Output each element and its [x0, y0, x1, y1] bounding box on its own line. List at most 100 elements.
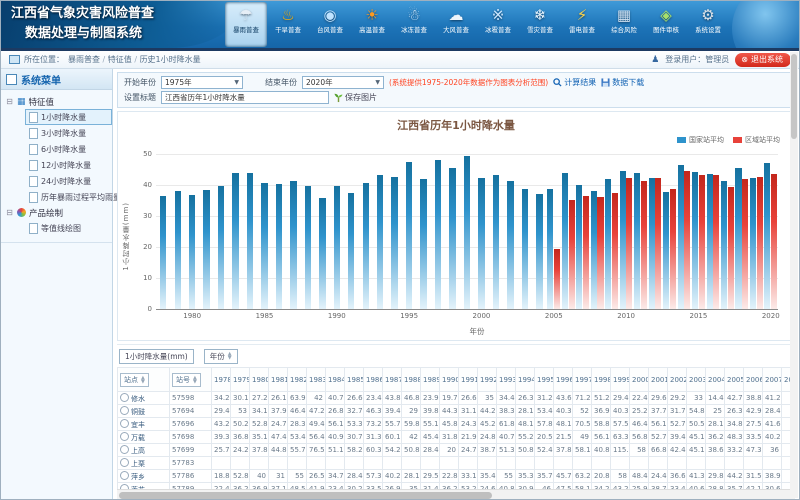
breadcrumb-item[interactable]: 特征值: [108, 55, 132, 64]
toolbar-item-label: 冰雹普查: [485, 25, 511, 34]
breadcrumb-item[interactable]: 暴雨普查: [68, 55, 100, 64]
unit-selector[interactable]: 1小时降水量(mm): [119, 349, 194, 364]
toolbar-item-typhoon[interactable]: ◉台风普查: [309, 2, 351, 47]
value-cell: 58: [611, 470, 630, 483]
sidebar-item-6小时降水量[interactable]: 6小时降水量: [25, 141, 112, 157]
download-button[interactable]: 数据下载: [601, 77, 644, 88]
snow-icon: ❄: [534, 5, 547, 25]
end-year-select[interactable]: 2020年▼: [302, 76, 384, 89]
toolbar-item-gale[interactable]: ☁大风普查: [435, 2, 477, 47]
station-radio[interactable]: [120, 393, 129, 402]
sidebar-group-label: 特征值: [29, 96, 55, 108]
app-title-line2: 数据处理与制图系统: [11, 24, 239, 44]
value-cell: 43.8: [383, 392, 402, 405]
table-body: 修水5759834.230.127.226.163.94240.726.623.…: [118, 392, 796, 500]
menu-icon: [6, 74, 17, 85]
toolbar-item-lightning[interactable]: ⚡雷电普查: [561, 2, 603, 47]
grid-icon: ▦: [17, 97, 26, 107]
bar-国家站平均-1985: [261, 183, 267, 309]
value-cell: 46.3: [364, 405, 383, 418]
value-cell: 26.3: [725, 405, 744, 418]
value-cell: 26.1: [269, 392, 288, 405]
sidebar-item-3小时降水量[interactable]: 3小时降水量: [25, 125, 112, 141]
bar-国家站平均-1989: [319, 198, 325, 309]
toolbar-item-snow[interactable]: ❄雪灾普查: [519, 2, 561, 47]
value-cell: [383, 457, 402, 470]
data-table: 站点▲▼站号▲▼19781979198019811982198319841985…: [117, 367, 795, 500]
value-cell: 56.8: [630, 431, 649, 444]
breadcrumb-item[interactable]: 历史1小时降水量: [140, 55, 201, 64]
app-title-line1: 江西省气象灾害风险普查: [11, 6, 154, 21]
range-note: (系统提供1975-2020年数据作为图表分析范围): [389, 77, 548, 88]
station-id-sort-button[interactable]: 站号▲▼: [172, 373, 201, 387]
value-cell: 39.4: [383, 405, 402, 418]
value-cell: 35.3: [516, 470, 535, 483]
value-cell: 38.3: [497, 405, 516, 418]
sidebar-group-产品绘制[interactable]: ⊟产品绘制: [5, 205, 112, 220]
horizontal-scrollbar: [117, 489, 795, 500]
subbar: 所在位置： 暴雨普查 / 特征值 / 历史1小时降水量 ♟ 登录用户：管理员 ⊗…: [1, 51, 799, 69]
vertical-scrollbar-thumb[interactable]: [791, 54, 797, 139]
year-column-header: 2006: [744, 368, 763, 392]
toolbar-item-settings[interactable]: ⚙系统设置: [687, 2, 729, 47]
breadcrumb-crumbs: 暴雨普查 / 特征值 / 历史1小时降水量: [68, 54, 201, 65]
station-id-cell: 57783: [170, 457, 212, 470]
year-column-header: 1993: [497, 368, 516, 392]
bar-国家站平均-2018: [735, 168, 741, 309]
toolbar-item-drought[interactable]: ♨干旱普查: [267, 2, 309, 47]
value-cell: 47.4: [269, 431, 288, 444]
value-cell: 36.2: [706, 431, 725, 444]
value-cell: 31: [269, 470, 288, 483]
sidebar-item-等值线绘图[interactable]: 等值线绘图: [25, 220, 112, 236]
station-sort-button[interactable]: 站点▲▼: [120, 373, 149, 387]
sidebar-item-1小时降水量[interactable]: 1小时降水量: [25, 109, 112, 125]
station-radio[interactable]: [120, 432, 129, 441]
sidebar-item-历年暴雨过程平均雨量[interactable]: 历年暴雨过程平均雨量: [25, 189, 112, 205]
legend-swatch: [733, 137, 742, 143]
station-radio[interactable]: [120, 419, 129, 428]
value-cell: [478, 457, 497, 470]
toolbar-item-map-review[interactable]: ◈图件审核: [645, 2, 687, 47]
end-year-label: 结束年份: [265, 77, 297, 88]
sidebar-item-12小时降水量[interactable]: 12小时降水量: [25, 157, 112, 173]
toolbar-item-freeze[interactable]: ☃冰冻普查: [393, 2, 435, 47]
logout-button[interactable]: ⊗退出系统: [735, 53, 791, 67]
value-cell: 45.1: [687, 444, 706, 457]
drought-icon: ♨: [281, 5, 294, 25]
value-cell: 40.3: [554, 405, 573, 418]
toolbar-item-rainstorm[interactable]: ☂暴雨普查: [225, 2, 267, 47]
value-cell: 57.3: [364, 470, 383, 483]
value-cell: 51.2: [592, 392, 611, 405]
value-cell: 46.4: [630, 418, 649, 431]
start-year-select[interactable]: 1975年▼: [161, 76, 243, 89]
value-cell: 24.7: [459, 444, 478, 457]
station-radio[interactable]: [120, 458, 129, 467]
horizontal-scrollbar-thumb[interactable]: [119, 492, 492, 499]
calculate-button[interactable]: 计算结果: [553, 77, 596, 88]
expand-icon[interactable]: ⊟: [5, 208, 14, 217]
value-cell: [744, 457, 763, 470]
value-cell: 48.1: [516, 418, 535, 431]
expand-icon[interactable]: ⊟: [5, 97, 14, 106]
value-cell: [459, 457, 478, 470]
toolbar-item-combined-risk[interactable]: ▦综合风险: [603, 2, 645, 47]
value-cell: 44.3: [440, 405, 459, 418]
filter-panel: 开始年份 1975年▼ 结束年份 2020年▼ (系统提供1975-2020年数…: [117, 72, 795, 108]
breadcrumb-separator: /: [132, 55, 140, 64]
value-cell: 53.4: [288, 431, 307, 444]
year-sort-control[interactable]: 年份 ▲▼: [204, 349, 238, 364]
sidebar-item-24小时降水量[interactable]: 24小时降水量: [25, 173, 112, 189]
value-cell: [421, 457, 440, 470]
station-radio[interactable]: [120, 406, 129, 415]
station-radio[interactable]: [120, 471, 129, 480]
value-cell: 36.9: [592, 405, 611, 418]
sidebar-group-特征值[interactable]: ⊟▦特征值: [5, 94, 112, 109]
value-cell: 42: [402, 431, 421, 444]
save-image-button[interactable]: 保存图片: [334, 92, 377, 103]
chart-title-input[interactable]: [161, 91, 329, 104]
value-cell: 56.4: [307, 431, 326, 444]
toolbar-item-hail[interactable]: ※冰雹普查: [477, 2, 519, 47]
power-icon: ⊗: [741, 55, 748, 64]
station-radio[interactable]: [120, 445, 129, 454]
toolbar-item-high-temp[interactable]: ☀高温普查: [351, 2, 393, 47]
